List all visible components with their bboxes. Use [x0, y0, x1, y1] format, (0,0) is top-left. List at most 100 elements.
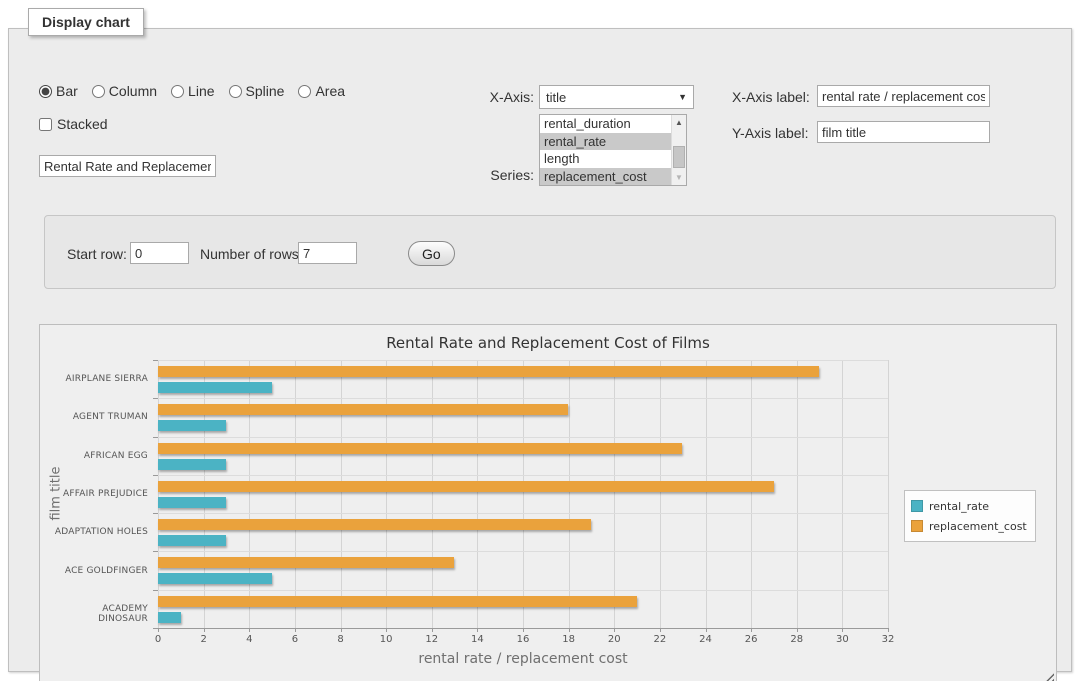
x-tick-mark [249, 628, 250, 632]
gridline [249, 360, 250, 628]
gridline [660, 360, 661, 628]
display-chart-panel: Bar Column Line Spline Area Stacked X-Ax… [8, 28, 1072, 672]
chart-title: Rental Rate and Replacement Cost of Film… [40, 334, 1056, 352]
bar-replacement_cost[interactable] [158, 557, 454, 568]
stacked-row: Stacked [39, 116, 108, 132]
bar-rental_rate[interactable] [158, 420, 226, 431]
x-tick-label: 8 [321, 634, 361, 645]
bar-replacement_cost[interactable] [158, 596, 637, 607]
legend-item-rental_rate[interactable]: rental_rate [911, 496, 1027, 516]
x-tick-mark [751, 628, 752, 632]
x-tick-label: 12 [412, 634, 452, 645]
chevron-down-icon: ▼ [678, 92, 687, 102]
x-tick-mark [432, 628, 433, 632]
series-options: rental_duration rental_rate length repla… [540, 115, 671, 185]
bar-rental_rate[interactable] [158, 612, 181, 623]
y-tick-mark [153, 475, 158, 476]
go-button[interactable]: Go [408, 241, 455, 266]
scroll-track[interactable] [672, 130, 686, 170]
bar-rental_rate[interactable] [158, 535, 226, 546]
chart-title-input[interactable] [39, 155, 216, 177]
num-rows-input[interactable] [298, 242, 357, 264]
start-row-input[interactable] [130, 242, 189, 264]
series-option-replacement-cost[interactable]: replacement_cost [540, 168, 671, 186]
stacked-label[interactable]: Stacked [57, 116, 108, 132]
chart-type-label-column[interactable]: Column [109, 83, 157, 99]
bar-replacement_cost[interactable] [158, 519, 591, 530]
series-option-length[interactable]: length [540, 150, 671, 168]
y-tick-mark [153, 398, 158, 399]
bar-rental_rate[interactable] [158, 382, 272, 393]
x-axis-select[interactable]: title ▼ [539, 85, 694, 109]
stacked-checkbox[interactable] [39, 118, 52, 131]
chart-container: Rental Rate and Replacement Cost of Film… [39, 324, 1057, 681]
band-line [158, 590, 888, 591]
series-option-rental-duration[interactable]: rental_duration [540, 115, 671, 133]
x-tick-mark [842, 628, 843, 632]
x-tick-label: 6 [275, 634, 315, 645]
legend-item-replacement_cost[interactable]: replacement_cost [911, 516, 1027, 536]
chart-type-label-area[interactable]: Area [315, 83, 345, 99]
y-axis-label-input[interactable] [817, 121, 990, 143]
bar-replacement_cost[interactable] [158, 404, 568, 415]
scroll-down-icon[interactable]: ▼ [672, 170, 686, 185]
chart-type-radio-line[interactable] [171, 85, 184, 98]
scroll-up-icon[interactable]: ▲ [672, 115, 686, 130]
bar-rental_rate[interactable] [158, 573, 272, 584]
y-tick-mark [153, 590, 158, 591]
bar-replacement_cost[interactable] [158, 443, 682, 454]
x-axis-select-label: X-Axis: [449, 89, 534, 105]
bar-replacement_cost[interactable] [158, 366, 819, 377]
x-tick-label: 10 [366, 634, 406, 645]
x-tick-label: 4 [229, 634, 269, 645]
chart-type-label-bar[interactable]: Bar [56, 83, 78, 99]
y-axis-title: film title [49, 344, 64, 644]
series-list-label: Series: [449, 167, 534, 183]
bar-replacement_cost[interactable] [158, 481, 774, 492]
chart-type-radio-bar[interactable] [39, 85, 52, 98]
gridline [842, 360, 843, 628]
y-axis-label-caption: Y-Axis label: [732, 125, 809, 141]
gridline [295, 360, 296, 628]
x-axis-select-value: title [546, 90, 566, 105]
category-label: AIRPLANE SIERRA [50, 374, 148, 384]
y-tick-mark [153, 551, 158, 552]
band-line [158, 551, 888, 552]
x-tick-label: 28 [777, 634, 817, 645]
resize-handle-icon[interactable] [1043, 670, 1054, 681]
series-listbox[interactable]: rental_duration rental_rate length repla… [539, 114, 687, 186]
band-line [158, 398, 888, 399]
gridline [477, 360, 478, 628]
chart-type-label-spline[interactable]: Spline [246, 83, 285, 99]
x-tick-label: 0 [138, 634, 178, 645]
x-axis-label-input[interactable] [817, 85, 990, 107]
x-tick-mark [706, 628, 707, 632]
series-option-rental-rate[interactable]: rental_rate [540, 133, 671, 151]
scroll-thumb[interactable] [673, 146, 685, 168]
x-tick-mark [569, 628, 570, 632]
band-line [158, 360, 888, 361]
series-scrollbar[interactable]: ▲ ▼ [671, 115, 686, 185]
x-tick-label: 16 [503, 634, 543, 645]
y-tick-mark [153, 628, 158, 629]
bar-rental_rate[interactable] [158, 497, 226, 508]
chart-type-radio-spline[interactable] [229, 85, 242, 98]
bar-rental_rate[interactable] [158, 459, 226, 470]
y-tick-mark [153, 360, 158, 361]
x-tick-label: 26 [731, 634, 771, 645]
x-tick-mark [204, 628, 205, 632]
x-tick-mark [797, 628, 798, 632]
band-line [158, 513, 888, 514]
chart-type-radio-column[interactable] [92, 85, 105, 98]
chart-type-radio-area[interactable] [298, 85, 311, 98]
x-tick-mark [523, 628, 524, 632]
gridline [751, 360, 752, 628]
gridline [386, 360, 387, 628]
category-label: AFFAIR PREJUDICE [50, 489, 148, 499]
chart-legend: rental_ratereplacement_cost [904, 490, 1036, 542]
band-line [158, 475, 888, 476]
chart-type-label-line[interactable]: Line [188, 83, 214, 99]
plot-area [158, 360, 888, 628]
gridline [888, 360, 889, 628]
category-label: AFRICAN EGG [50, 451, 148, 461]
